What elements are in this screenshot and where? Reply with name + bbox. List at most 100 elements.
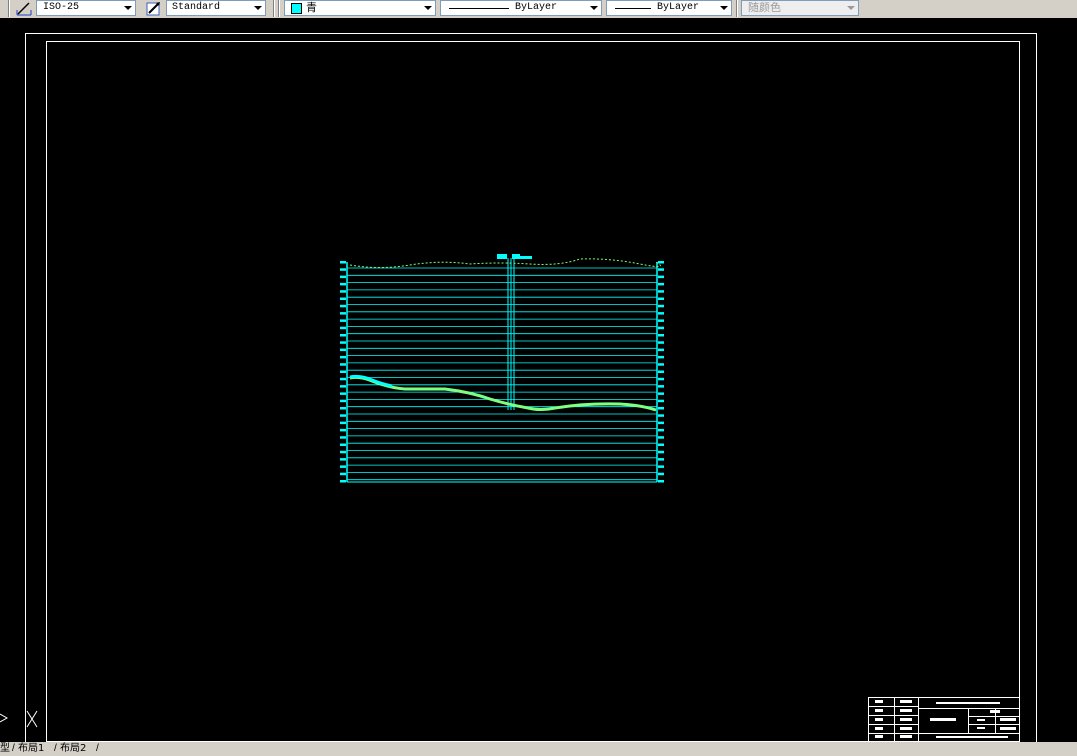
right-scale-tick <box>658 275 664 279</box>
chevron-down-icon[interactable] <box>421 1 435 15</box>
left-scale-tick <box>340 334 346 337</box>
toolbar-separator <box>278 0 280 17</box>
left-scale-tick <box>340 465 346 468</box>
left-scale-tick <box>340 355 346 359</box>
right-scale-tick <box>658 392 664 395</box>
right-scale-tick <box>658 443 664 446</box>
right-scale-tick <box>658 480 664 483</box>
left-scale-tick <box>340 458 346 461</box>
color-value: 青 <box>306 1 317 14</box>
chevron-down-icon[interactable] <box>844 1 858 15</box>
right-scale-tick <box>658 399 664 403</box>
left-scale-tick <box>340 261 346 264</box>
left-scale-tick <box>340 341 346 344</box>
center-marker <box>520 256 532 259</box>
left-scale-tick <box>340 319 346 322</box>
left-scale-tick <box>340 377 346 381</box>
left-scale-tick <box>340 421 346 425</box>
chevron-down-icon[interactable] <box>717 1 731 15</box>
right-scale-tick <box>658 407 664 410</box>
tab-divider: / <box>96 743 99 754</box>
tab-layout1[interactable]: 布局1 <box>18 742 44 756</box>
right-scale-tick <box>658 363 664 366</box>
left-scale-tick <box>340 385 346 388</box>
toolbar-separator <box>736 0 738 17</box>
right-scale-tick <box>658 341 664 344</box>
left-scale-tick <box>340 407 346 410</box>
right-scale-tick <box>658 450 664 454</box>
linetype-preview <box>449 7 509 9</box>
toolbar-separator <box>273 0 275 17</box>
right-scale-tick <box>658 282 664 286</box>
right-scale-tick <box>658 297 664 300</box>
right-scale-tick <box>658 261 664 264</box>
drawing-canvas[interactable] <box>0 18 1077 742</box>
chevron-down-icon[interactable] <box>251 1 265 15</box>
plot-style-select[interactable]: 随颜色 <box>741 0 859 16</box>
lineweight-value: ByLayer <box>657 2 700 13</box>
lineweight-preview <box>615 7 651 9</box>
right-scale-tick <box>658 268 664 271</box>
left-scale-tick <box>340 436 346 439</box>
center-marker <box>512 254 520 259</box>
lineweight-select[interactable]: ByLayer <box>606 0 732 16</box>
chevron-down-icon[interactable] <box>121 1 135 15</box>
left-scale-tick <box>340 326 346 330</box>
right-scale-tick <box>658 421 664 425</box>
text-style-icon[interactable] <box>146 1 162 16</box>
right-scale-tick <box>658 458 664 461</box>
left-scale-tick <box>340 275 346 279</box>
text-style-value: Standard <box>172 2 221 13</box>
left-scale-tick <box>340 428 346 432</box>
right-scale-tick <box>658 290 664 293</box>
color-swatch <box>291 2 302 14</box>
properties-toolbar: ISO-25 Standard 青 ByLayer ByLayer 随颜色 <box>0 0 1077 19</box>
left-scale-tick <box>340 290 346 293</box>
left-scale-tick <box>340 450 346 454</box>
color-select[interactable]: 青 <box>284 0 436 16</box>
left-scale-tick <box>340 414 346 417</box>
left-scale-tick <box>340 304 346 308</box>
left-scale-tick <box>340 399 346 403</box>
toolbar-separator <box>8 0 10 17</box>
right-scale-tick <box>658 334 664 337</box>
left-scale-tick <box>340 297 346 300</box>
left-scale-tick <box>340 480 346 483</box>
left-scale-tick <box>340 472 346 476</box>
left-scale-tick <box>340 363 346 366</box>
right-scale-tick <box>658 348 664 352</box>
right-scale-tick <box>658 465 664 468</box>
right-scale-tick <box>658 370 664 373</box>
left-scale-tick <box>340 370 346 373</box>
right-scale-tick <box>658 304 664 308</box>
right-scale-tick <box>658 355 664 359</box>
dimension-style-value: ISO-25 <box>43 2 80 13</box>
right-scale-tick <box>658 472 664 476</box>
center-marker <box>497 254 507 259</box>
right-scale-tick <box>658 414 664 417</box>
right-scale-tick <box>658 312 664 315</box>
canvas-background <box>0 18 1077 742</box>
text-style-select[interactable]: Standard <box>166 0 266 16</box>
right-scale-tick <box>658 326 664 330</box>
tab-divider: / <box>54 743 57 754</box>
linetype-select[interactable]: ByLayer <box>440 0 602 16</box>
linetype-value: ByLayer <box>515 2 558 13</box>
chevron-down-icon[interactable] <box>587 1 601 15</box>
dimension-style-select[interactable]: ISO-25 <box>36 0 136 16</box>
tab-model[interactable]: 型 <box>0 742 10 756</box>
tab-layout2[interactable]: 布局2 <box>60 742 86 756</box>
left-scale-tick <box>340 392 346 395</box>
layout-tabs: 型 / 布局1 / 布局2 / <box>0 742 1077 756</box>
right-scale-tick <box>658 385 664 388</box>
left-scale-tick <box>340 282 346 286</box>
tab-divider: / <box>12 743 15 754</box>
right-scale-tick <box>658 428 664 432</box>
right-scale-tick <box>658 319 664 322</box>
left-scale-tick <box>340 312 346 315</box>
right-scale-tick <box>658 377 664 381</box>
dimension-style-icon[interactable] <box>16 1 32 16</box>
right-scale-tick <box>658 436 664 439</box>
left-scale-tick <box>340 348 346 352</box>
left-scale-tick <box>340 443 346 446</box>
